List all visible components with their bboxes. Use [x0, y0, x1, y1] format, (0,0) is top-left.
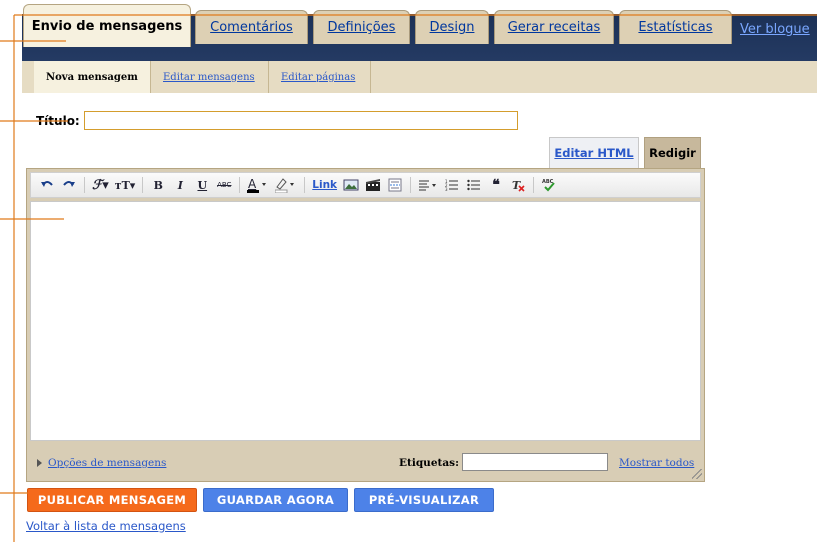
expand-arrow-icon	[37, 459, 42, 467]
align-icon[interactable]	[416, 176, 440, 194]
remove-formatting-icon[interactable]: T	[508, 176, 528, 194]
post-body-textarea[interactable]	[30, 201, 701, 441]
post-options-label: Opções de mensagens	[48, 457, 167, 469]
toolbar-separator	[142, 177, 144, 193]
strikethrough-icon[interactable]: ABC	[214, 176, 234, 194]
subtab-bar: Nova mensagem Editar mensagens Editar pá…	[22, 61, 817, 93]
tab-stats[interactable]: Estatísticas	[619, 10, 732, 44]
view-blog-link[interactable]: Ver blogue	[740, 22, 810, 37]
blockquote-icon[interactable]: ❝	[486, 176, 506, 194]
bullet-list-icon[interactable]	[464, 176, 484, 194]
toolbar-separator	[533, 177, 535, 193]
subtab-edit-pages[interactable]: Editar páginas	[269, 61, 371, 93]
undo-icon[interactable]	[37, 176, 57, 194]
insert-image-icon[interactable]	[341, 176, 361, 194]
publish-button[interactable]: PUBLICAR MENSAGEM	[27, 488, 197, 512]
tab-design[interactable]: Design	[415, 10, 489, 44]
underline-icon[interactable]: U	[192, 176, 212, 194]
spellcheck-icon[interactable]: ABC	[539, 176, 559, 194]
labels-label: Etiquetas:	[399, 457, 459, 469]
svg-text:A: A	[248, 177, 257, 191]
numbered-list-icon[interactable]: 123	[442, 176, 462, 194]
tab-comments[interactable]: Comentários	[195, 10, 308, 44]
redo-icon[interactable]	[59, 176, 79, 194]
toolbar-separator	[410, 177, 412, 193]
show-all-labels-link[interactable]: Mostrar todos	[619, 457, 694, 469]
back-to-posts-link[interactable]: Voltar à lista de mensagens	[26, 519, 186, 533]
font-size-icon[interactable]: ᴛT▾	[113, 176, 138, 194]
labels-input[interactable]	[462, 453, 608, 471]
post-options-toggle[interactable]: Opções de mensagens	[37, 457, 166, 469]
subtab-new-post[interactable]: Nova mensagem	[34, 61, 151, 93]
tab-posting[interactable]: Envio de mensagens	[23, 4, 191, 47]
font-family-icon[interactable]: ℱ▾	[90, 176, 111, 194]
save-now-button[interactable]: GUARDAR AGORA	[203, 488, 348, 512]
tab-compose[interactable]: Redigir	[644, 137, 701, 168]
toolbar-separator	[84, 177, 85, 193]
tab-edit-html[interactable]: Editar HTML	[549, 137, 639, 168]
toolbar-separator	[239, 177, 241, 193]
editor-toolbar: ℱ▾ ᴛT▾ B I U ABC A Link 123 ❝ T ABC	[30, 172, 701, 198]
italic-icon[interactable]: I	[170, 176, 190, 194]
subtab-edit-posts[interactable]: Editar mensagens	[151, 61, 269, 93]
bold-icon[interactable]: B	[148, 176, 168, 194]
post-editor: ℱ▾ ᴛT▾ B I U ABC A Link 123 ❝ T ABC Opçõ…	[26, 168, 705, 482]
editor-footer: Opções de mensagens Etiquetas: Mostrar t…	[27, 445, 704, 481]
tab-monetize[interactable]: Gerar receitas	[494, 10, 614, 44]
text-color-icon[interactable]: A	[245, 176, 271, 194]
link-button[interactable]: Link	[310, 176, 339, 194]
tab-settings[interactable]: Definições	[313, 10, 410, 44]
insert-video-icon[interactable]	[363, 176, 383, 194]
title-label: Título:	[36, 114, 80, 128]
highlight-color-icon[interactable]	[273, 176, 299, 194]
title-input[interactable]	[84, 111, 518, 130]
resize-grip-icon[interactable]	[692, 469, 702, 479]
insert-jump-break-icon[interactable]	[385, 176, 405, 194]
preview-button[interactable]: PRÉ-VISUALIZAR	[354, 488, 494, 512]
svg-text:3: 3	[445, 187, 448, 192]
toolbar-separator	[304, 177, 306, 193]
